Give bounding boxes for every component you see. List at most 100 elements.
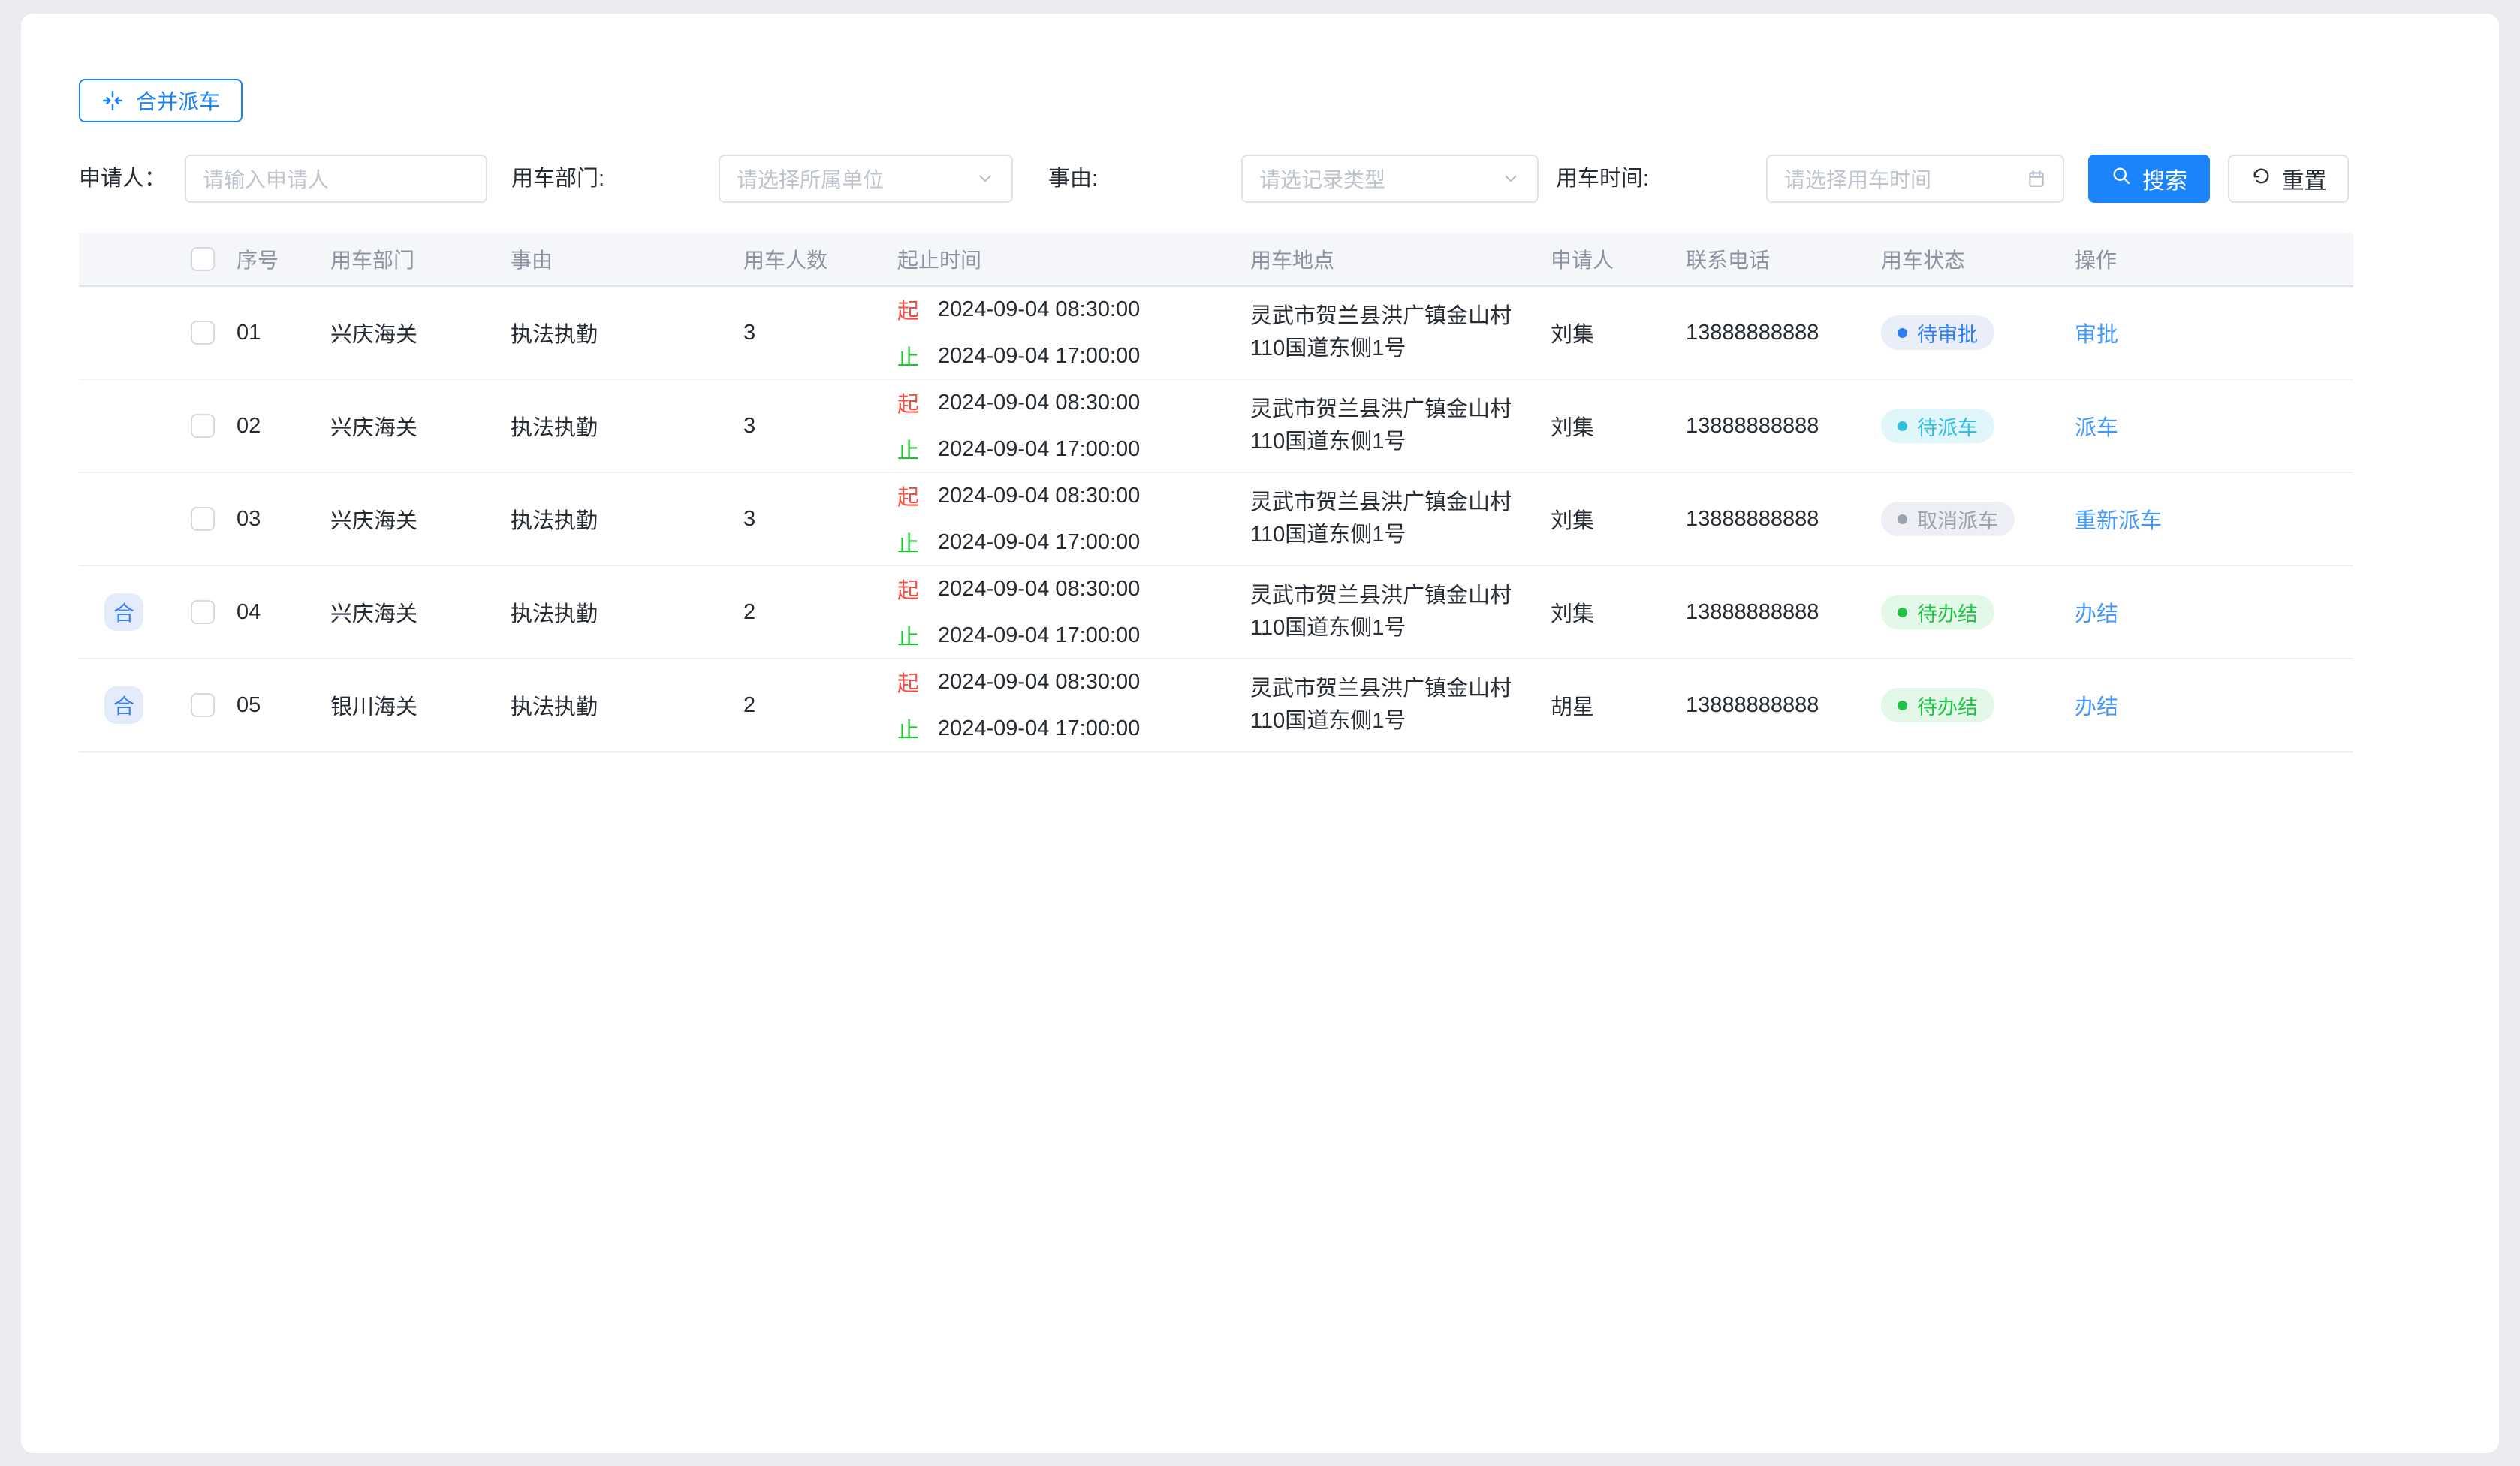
location-cell: 灵武市贺兰县洪广镇金山村 110国道东侧1号 xyxy=(1250,580,1551,644)
merge-icon xyxy=(101,89,124,112)
status-dot-icon xyxy=(1898,514,1907,524)
table-row: 01 兴庆海关 执法执勤 3 起2024-09-04 08:30:00 止202… xyxy=(79,287,2353,380)
start-tag: 起 xyxy=(897,480,920,511)
action-cell: 办结 xyxy=(2075,596,2353,628)
location-line1: 灵武市贺兰县洪广镇金山村 xyxy=(1250,394,1545,426)
filter-bar: 申请人： 请输入申请人 用车部门: 请选择所属单位 事由: 请选记录类型 用车时… xyxy=(79,155,2441,203)
header-location: 用车地点 xyxy=(1250,244,1551,274)
status-label: 待派车 xyxy=(1917,412,1978,441)
action-cell: 办结 xyxy=(2075,689,2353,721)
time-cell: 起2024-09-04 08:30:00 止2024-09-04 17:00:0… xyxy=(897,573,1250,651)
time-datepicker[interactable]: 请选择用车时间 xyxy=(1766,155,2064,203)
location-cell: 灵武市贺兰县洪广镇金山村 110国道东侧1号 xyxy=(1250,487,1551,551)
row-action-link[interactable]: 重新派车 xyxy=(2075,509,2162,533)
end-tag: 止 xyxy=(897,713,920,744)
start-time: 2024-09-04 08:30:00 xyxy=(938,484,1140,508)
select-all-cell xyxy=(169,247,237,271)
merged-badge: 合 xyxy=(104,686,143,724)
reason-placeholder: 请选记录类型 xyxy=(1259,164,1501,194)
checkbox-cell xyxy=(169,321,237,345)
location-line1: 灵武市贺兰县洪广镇金山村 xyxy=(1250,580,1545,612)
row-checkbox[interactable] xyxy=(191,321,215,345)
row-action-link[interactable]: 办结 xyxy=(2075,602,2118,626)
status-label: 待办结 xyxy=(1917,598,1978,627)
time-cell: 起2024-09-04 08:30:00 止2024-09-04 17:00:0… xyxy=(897,387,1250,465)
page-background: 合并派车 申请人： 请输入申请人 用车部门: 请选择所属单位 事由: 请选记录类… xyxy=(0,0,2520,1466)
status-badge: 待办结 xyxy=(1881,688,1994,722)
reason-cell: 执法执勤 xyxy=(511,503,743,535)
reason-select[interactable]: 请选记录类型 xyxy=(1241,155,1539,203)
end-time: 2024-09-04 17:00:00 xyxy=(938,344,1140,369)
applicant-input[interactable]: 请输入申请人 xyxy=(185,155,487,203)
end-time: 2024-09-04 17:00:00 xyxy=(938,716,1140,741)
people-cell: 3 xyxy=(743,414,897,439)
reason-cell: 执法执勤 xyxy=(511,689,743,721)
row-action-link[interactable]: 办结 xyxy=(2075,695,2118,719)
select-all-checkbox[interactable] xyxy=(191,247,215,271)
people-cell: 2 xyxy=(743,600,897,625)
reason-cell: 执法执勤 xyxy=(511,596,743,628)
end-time: 2024-09-04 17:00:00 xyxy=(938,437,1140,462)
calendar-icon xyxy=(2027,169,2046,189)
checkbox-cell xyxy=(169,414,237,438)
dispatch-table: 序号 用车部门 事由 用车人数 起止时间 用车地点 申请人 联系电话 用车状态 … xyxy=(79,233,2353,753)
content-card: 合并派车 申请人： 请输入申请人 用车部门: 请选择所属单位 事由: 请选记录类… xyxy=(21,14,2499,1453)
search-button[interactable]: 搜索 xyxy=(2088,155,2210,203)
status-dot-icon xyxy=(1898,608,1907,617)
location-cell: 灵武市贺兰县洪广镇金山村 110国道东侧1号 xyxy=(1250,673,1551,738)
merge-cell: 合 xyxy=(79,686,169,724)
location-line2: 110国道东侧1号 xyxy=(1250,426,1545,458)
search-icon xyxy=(2111,165,2132,192)
phone-cell: 13888888888 xyxy=(1686,507,1881,532)
table-row: 02 兴庆海关 执法执勤 3 起2024-09-04 08:30:00 止202… xyxy=(79,380,2353,473)
time-cell: 起2024-09-04 08:30:00 止2024-09-04 17:00:0… xyxy=(897,666,1250,744)
row-checkbox[interactable] xyxy=(191,414,215,438)
serial-cell: 04 xyxy=(237,600,330,625)
department-placeholder: 请选择所属单位 xyxy=(737,164,975,194)
department-cell: 兴庆海关 xyxy=(330,503,511,535)
row-action-link[interactable]: 派车 xyxy=(2075,416,2118,440)
header-people: 用车人数 xyxy=(743,244,897,274)
location-cell: 灵武市贺兰县洪广镇金山村 110国道东侧1号 xyxy=(1250,394,1551,458)
action-cell: 审批 xyxy=(2075,317,2353,348)
header-time: 起止时间 xyxy=(897,244,1250,274)
start-time: 2024-09-04 08:30:00 xyxy=(938,297,1140,322)
status-badge: 待办结 xyxy=(1881,595,1994,629)
department-select[interactable]: 请选择所属单位 xyxy=(719,155,1013,203)
applicant-cell: 胡星 xyxy=(1551,689,1686,721)
reason-cell: 执法执勤 xyxy=(511,317,743,348)
reset-button[interactable]: 重置 xyxy=(2228,155,2349,203)
header-actions: 操作 xyxy=(2075,244,2353,274)
status-dot-icon xyxy=(1898,328,1907,338)
status-badge: 待审批 xyxy=(1881,315,1994,350)
location-line2: 110国道东侧1号 xyxy=(1250,519,1545,551)
end-time: 2024-09-04 17:00:00 xyxy=(938,623,1140,648)
checkbox-cell xyxy=(169,693,237,717)
status-label: 待审批 xyxy=(1917,318,1978,348)
row-action-link[interactable]: 审批 xyxy=(2075,323,2118,347)
serial-cell: 05 xyxy=(237,693,330,718)
start-tag: 起 xyxy=(897,294,920,325)
applicant-cell: 刘集 xyxy=(1551,410,1686,442)
table-row: 03 兴庆海关 执法执勤 3 起2024-09-04 08:30:00 止202… xyxy=(79,473,2353,566)
status-cell: 待派车 xyxy=(1881,409,2075,443)
table-row: 合 05 银川海关 执法执勤 2 起2024-09-04 08:30:00 止2… xyxy=(79,659,2353,753)
department-cell: 兴庆海关 xyxy=(330,596,511,628)
merge-dispatch-button[interactable]: 合并派车 xyxy=(79,79,243,122)
row-checkbox[interactable] xyxy=(191,693,215,717)
reset-button-label: 重置 xyxy=(2282,162,2327,195)
header-reason: 事由 xyxy=(511,244,743,274)
applicant-placeholder: 请输入申请人 xyxy=(203,164,469,194)
row-checkbox[interactable] xyxy=(191,600,215,624)
status-label: 待办结 xyxy=(1917,691,1978,720)
phone-cell: 13888888888 xyxy=(1686,414,1881,439)
chevron-down-icon xyxy=(975,169,995,189)
serial-cell: 01 xyxy=(237,321,330,345)
status-cell: 取消派车 xyxy=(1881,502,2075,536)
header-status: 用车状态 xyxy=(1881,244,2075,274)
row-checkbox[interactable] xyxy=(191,507,215,531)
time-cell: 起2024-09-04 08:30:00 止2024-09-04 17:00:0… xyxy=(897,480,1250,558)
action-cell: 重新派车 xyxy=(2075,503,2353,535)
start-tag: 起 xyxy=(897,666,920,698)
phone-cell: 13888888888 xyxy=(1686,321,1881,345)
